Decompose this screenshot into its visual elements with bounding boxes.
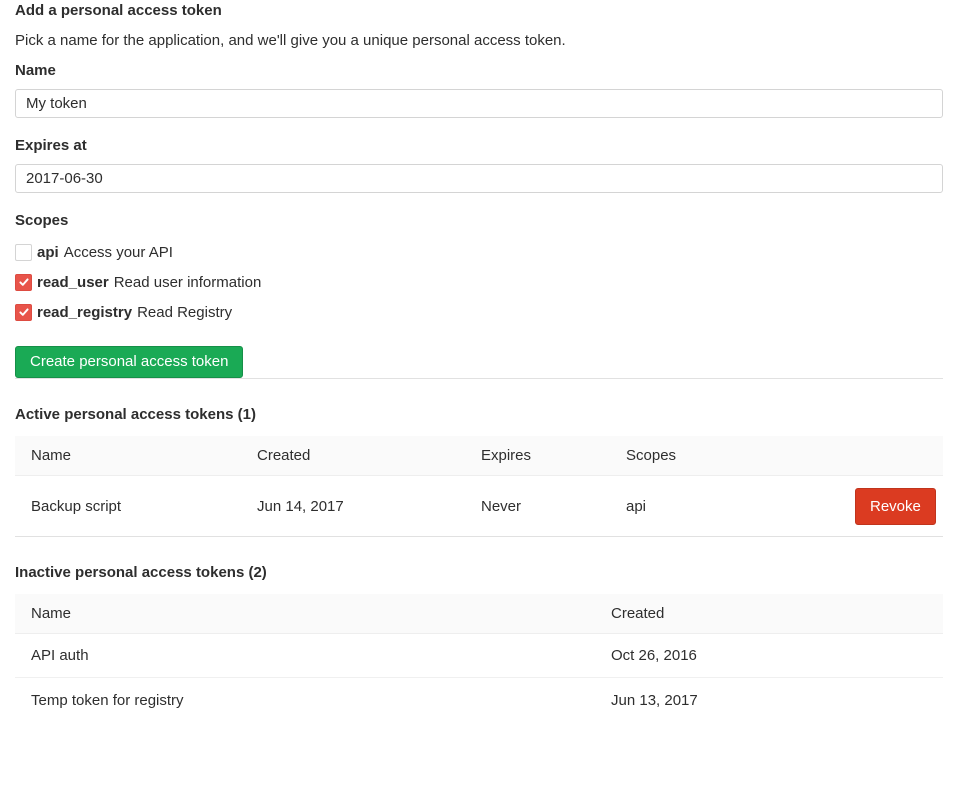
table-row: Temp token for registry Jun 13, 2017 [15, 678, 943, 722]
scope-name[interactable]: read_registry [37, 304, 132, 321]
table-row: Backup script Jun 14, 2017 Never api Rev… [15, 476, 943, 536]
inactive-table-header: Name Created [15, 594, 943, 634]
revoke-button[interactable]: Revoke [855, 488, 936, 525]
table-row: API auth Oct 26, 2016 [15, 634, 943, 678]
check-icon [18, 306, 30, 318]
active-table-header: Name Created Expires Scopes [15, 436, 943, 476]
scope-row-read-registry: read_registry Read Registry [15, 297, 943, 327]
token-name: Temp token for registry [15, 692, 595, 709]
column-header-expires: Expires [465, 447, 610, 464]
page-title: Add a personal access token [15, 0, 943, 19]
scope-row-read-user: read_user Read user information [15, 267, 943, 297]
scopes-label: Scopes [15, 213, 943, 229]
read-user-checkbox[interactable] [15, 274, 32, 291]
token-created: Oct 26, 2016 [595, 647, 943, 664]
scope-description: Read user information [114, 274, 262, 291]
active-tokens-table: Name Created Expires Scopes Backup scrip… [15, 436, 943, 536]
inactive-tokens-table: Name Created API auth Oct 26, 2016 Temp … [15, 594, 943, 722]
token-name-input[interactable] [15, 89, 943, 118]
token-scopes: api [610, 498, 839, 515]
column-header-scopes: Scopes [610, 447, 839, 464]
token-expires: Never [465, 498, 610, 515]
expires-at-input[interactable] [15, 164, 943, 193]
create-token-button[interactable]: Create personal access token [15, 346, 243, 378]
expires-label: Expires at [15, 138, 943, 154]
column-header-name: Name [15, 605, 595, 622]
scope-name[interactable]: read_user [37, 274, 109, 291]
section-divider [15, 378, 943, 379]
column-header-name: Name [15, 447, 241, 464]
section-divider [15, 536, 943, 537]
scopes-list: api Access your API read_user Read user … [15, 237, 943, 327]
settings-page: Add a personal access token Pick a name … [0, 0, 959, 722]
api-checkbox[interactable] [15, 244, 32, 261]
column-header-created: Created [595, 605, 943, 622]
scope-name[interactable]: api [37, 244, 59, 261]
inactive-tokens-title: Inactive personal access tokens (2) [15, 564, 943, 581]
name-label: Name [15, 63, 943, 79]
scope-row-api: api Access your API [15, 237, 943, 267]
actions-cell: Revoke [839, 488, 943, 525]
read-registry-checkbox[interactable] [15, 304, 32, 321]
form-description: Pick a name for the application, and we'… [15, 32, 943, 49]
scope-description: Read Registry [137, 304, 232, 321]
token-created: Jun 13, 2017 [595, 692, 943, 709]
column-header-created: Created [241, 447, 465, 464]
scope-description: Access your API [64, 244, 173, 261]
active-tokens-title: Active personal access tokens (1) [15, 406, 943, 423]
token-created: Jun 14, 2017 [241, 498, 465, 515]
token-name: Backup script [15, 498, 241, 515]
check-icon [18, 276, 30, 288]
token-name: API auth [15, 647, 595, 664]
